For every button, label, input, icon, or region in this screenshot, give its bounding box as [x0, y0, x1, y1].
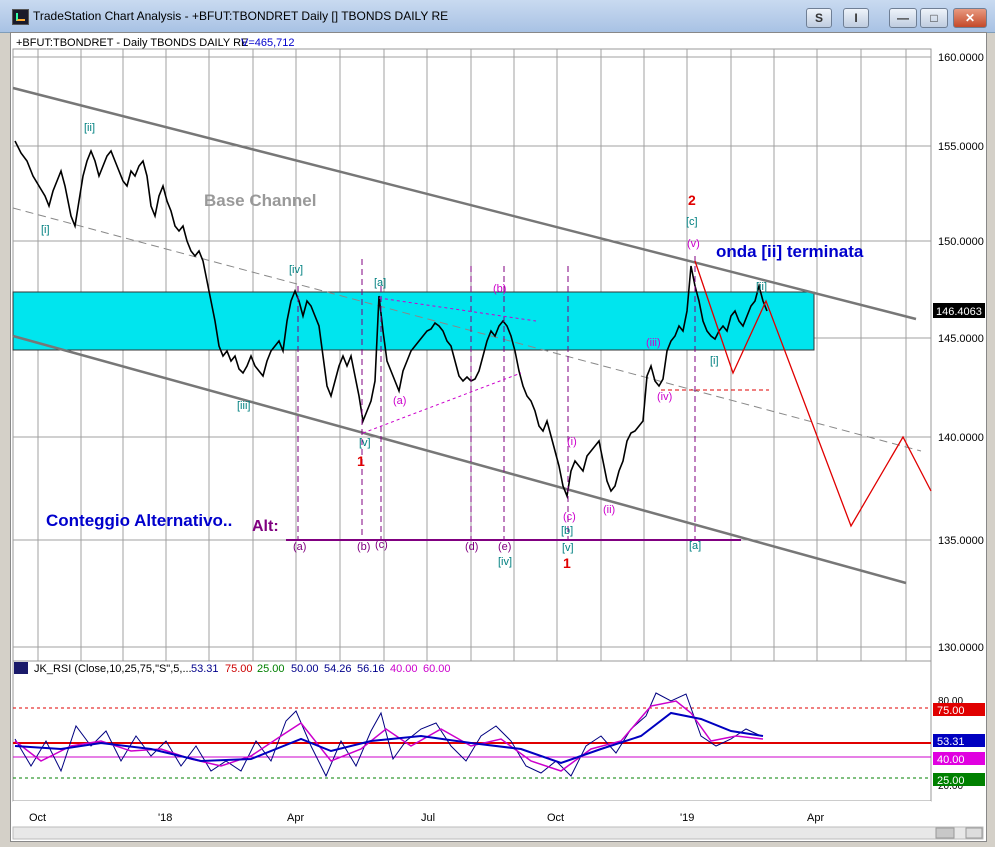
time-label: '19 — [680, 812, 694, 824]
time-label: Apr — [287, 812, 304, 824]
last-price-value: 146.4063 — [936, 306, 982, 318]
wave-label: [b] — [561, 525, 573, 537]
chart-header: +BFUT:TBONDRET - Daily TBONDS DAILY RE — [16, 37, 248, 49]
wave-label: [i] — [710, 355, 719, 367]
wave-label: (ii) — [603, 504, 615, 516]
wave-label: (e) — [498, 541, 511, 553]
rsi-value: 54.26 — [324, 663, 352, 675]
resize-grip-icon[interactable] — [965, 827, 983, 839]
chart-window[interactable]: 160.0000 155.0000 150.0000 145.0000 140.… — [10, 32, 987, 842]
wave-number: 2 — [688, 192, 696, 208]
rsi-badge: 53.31 — [937, 736, 965, 748]
rsi-value: 75.00 — [225, 663, 253, 675]
wave-number: 1 — [563, 555, 571, 571]
base-channel-label: Base Channel — [204, 191, 316, 210]
wave-label: (iii) — [646, 337, 661, 349]
time-label: Oct — [547, 812, 564, 824]
rsi-badges: 75.00 53.31 40.00 25.00 — [933, 703, 985, 787]
rsi-value: 25.00 — [257, 663, 285, 675]
wave-label: [i] — [41, 224, 50, 236]
rsi-badge: 25.00 — [937, 775, 965, 787]
wave-label: [v] — [562, 542, 574, 554]
wave-label: [iv] — [289, 264, 303, 276]
i-button[interactable]: I — [843, 8, 869, 28]
wave-label: [a] — [374, 277, 386, 289]
wave-label: (a) — [393, 395, 406, 407]
price-axis: 160.0000 155.0000 150.0000 145.0000 140.… — [938, 52, 984, 654]
horizontal-scrollbar[interactable] — [12, 826, 984, 840]
time-label: Oct — [29, 812, 46, 824]
wave-label: (b) — [493, 283, 506, 295]
wave-label: (i) — [567, 436, 577, 448]
wave-label: (a) — [293, 541, 306, 553]
wave-label: (d) — [465, 541, 478, 553]
time-label: Jul — [421, 812, 435, 824]
wave-label: [iv] — [498, 556, 512, 568]
price-axis-label: 155.0000 — [938, 141, 984, 153]
wave-label: (iv) — [657, 391, 672, 403]
alt-label: Alt: — [252, 518, 279, 535]
rsi-badge: 75.00 — [937, 705, 965, 717]
rsi-value: 53.31 — [191, 663, 219, 675]
wave-label: (b) — [357, 541, 370, 553]
maximize-button[interactable]: □ — [920, 8, 948, 28]
alt-count-label: Conteggio Alternativo.. — [46, 511, 232, 530]
wave-number: 1 — [357, 453, 365, 469]
rsi-panel[interactable] — [12, 660, 932, 802]
wave-label: [c] — [686, 216, 698, 228]
price-axis-label: 145.0000 — [938, 333, 984, 345]
chart-canvas[interactable]: 160.0000 155.0000 150.0000 145.0000 140.… — [11, 33, 986, 841]
scrollbar-thumb[interactable] — [935, 827, 955, 839]
price-axis-label: 160.0000 — [938, 52, 984, 64]
price-axis-label: 140.0000 — [938, 432, 984, 444]
onda-label: onda [ii] terminata — [716, 242, 864, 261]
rsi-value: 60.00 — [423, 663, 451, 675]
rsi-value: 56.16 — [357, 663, 385, 675]
rsi-panel-icon — [14, 662, 28, 674]
price-panel[interactable] — [12, 48, 932, 662]
rsi-value: 40.00 — [390, 663, 418, 675]
volume-readout: V=465,712 — [241, 37, 295, 49]
price-axis-label: 135.0000 — [938, 535, 984, 547]
tradestation-app-icon — [12, 9, 29, 25]
close-button[interactable]: ✕ — [953, 8, 987, 28]
window-title: TradeStation Chart Analysis - +BFUT:TBON… — [33, 9, 449, 23]
wave-label: [a] — [689, 540, 701, 552]
wave-label: [ii] — [756, 281, 767, 293]
wave-label: [ii] — [84, 122, 95, 134]
price-axis-label: 150.0000 — [938, 236, 984, 248]
s-button[interactable]: S — [806, 8, 832, 28]
wave-label: (c) — [563, 511, 576, 523]
rsi-badge: 40.00 — [937, 754, 965, 766]
window-titlebar: TradeStation Chart Analysis - +BFUT:TBON… — [0, 0, 995, 33]
resistance-band — [12, 291, 815, 351]
wave-label: [v] — [359, 437, 371, 449]
price-axis-label: 130.0000 — [938, 642, 984, 654]
rsi-name: JK_RSI (Close,10,25,75,"S",5,... — [34, 663, 192, 675]
minimize-button[interactable]: — — [889, 8, 917, 28]
wave-label: (v) — [687, 238, 700, 250]
wave-label: (c) — [375, 539, 388, 551]
time-label: Apr — [807, 812, 824, 824]
time-label: '18 — [158, 812, 172, 824]
wave-label: [iii] — [237, 400, 250, 412]
rsi-value: 50.00 — [291, 663, 319, 675]
